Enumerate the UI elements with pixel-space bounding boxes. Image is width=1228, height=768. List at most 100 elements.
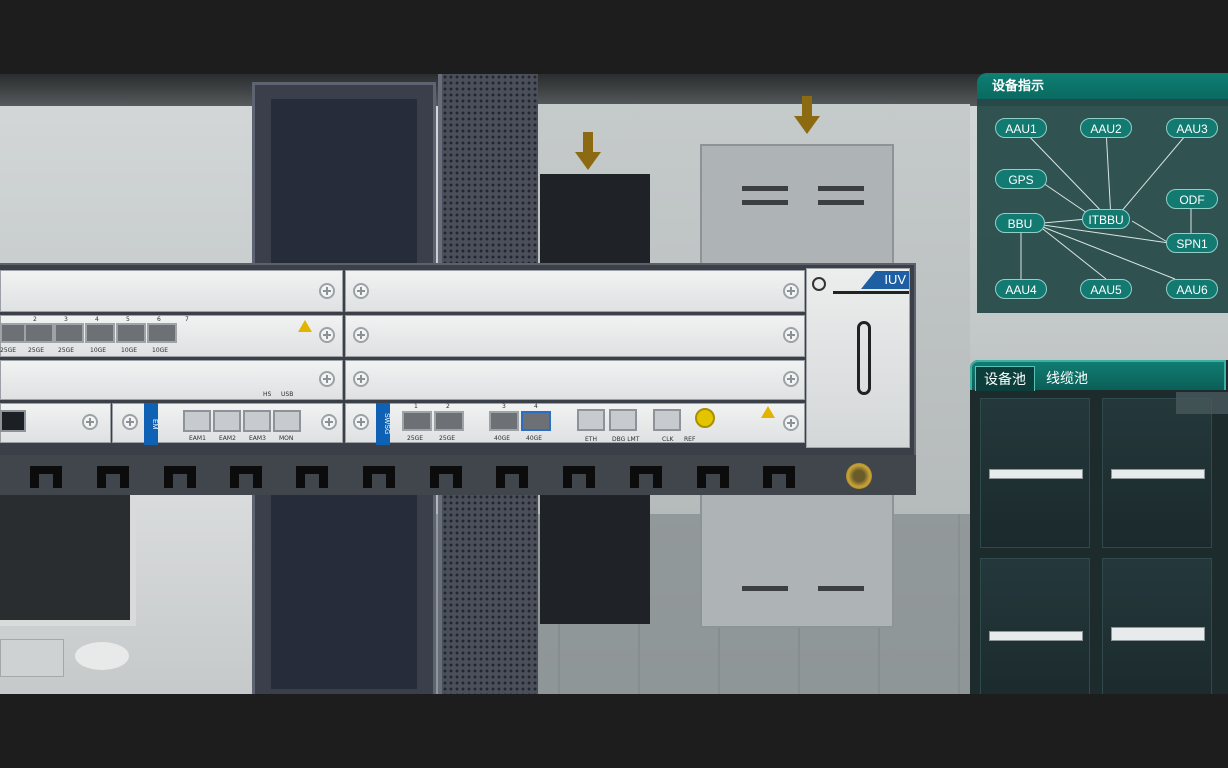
node-bbu[interactable]: BBU (995, 213, 1045, 233)
node-aau6[interactable]: AAU6 (1166, 279, 1218, 299)
screw-icon (783, 327, 799, 343)
fiber-port[interactable] (402, 411, 432, 431)
screw-icon (353, 371, 369, 387)
port-label: EAM2 (219, 435, 236, 442)
port-number: 1 (414, 403, 418, 410)
fiber-port[interactable] (116, 323, 146, 343)
slot-blank-5[interactable] (345, 360, 805, 400)
keyboard (0, 639, 64, 677)
fiber-port[interactable] (54, 323, 84, 343)
cable-hole (230, 466, 262, 488)
pool-device-card[interactable] (1102, 398, 1212, 548)
screw-icon (122, 414, 138, 430)
fan-panel[interactable]: IUV (806, 268, 910, 448)
port-label: EAM1 (189, 435, 206, 442)
node-aau4[interactable]: AAU4 (995, 279, 1047, 299)
fiber-port[interactable] (85, 323, 115, 343)
port-label: 25GE (0, 347, 17, 354)
cable-hole (97, 466, 129, 488)
node-gps[interactable]: GPS (995, 169, 1047, 189)
pool-scroll-handle[interactable] (1176, 392, 1228, 414)
eam-port[interactable] (183, 410, 211, 432)
mon-port[interactable] (273, 410, 301, 432)
logo-underline (833, 291, 909, 294)
cable-hole (630, 466, 662, 488)
fiber-port[interactable] (489, 411, 519, 431)
screw-icon (783, 415, 799, 431)
screw-icon (353, 283, 369, 299)
pool-device-card[interactable] (980, 558, 1090, 708)
cable-hole (296, 466, 328, 488)
cable-hole (164, 466, 196, 488)
port-number: 6 (157, 316, 161, 323)
port-label: 40GE (526, 435, 543, 442)
fan-handle[interactable] (857, 321, 871, 395)
node-odf[interactable]: ODF (1166, 189, 1218, 209)
screw-icon (353, 327, 369, 343)
letterbox-bottom (0, 694, 1228, 768)
indicator-arrow-stem (583, 132, 593, 154)
pool-tabs: 设备池 线缆池 (970, 360, 1226, 391)
monitor (0, 484, 136, 626)
clk-port[interactable] (653, 409, 681, 431)
eth-port[interactable] (577, 409, 605, 431)
pool-device-card[interactable] (980, 398, 1090, 548)
ethernet-port[interactable] (0, 410, 26, 432)
port-label: 25GE (58, 347, 75, 354)
node-aau5[interactable]: AAU5 (1080, 279, 1132, 299)
tab-device-pool[interactable]: 设备池 (975, 366, 1035, 391)
slot-blank-1[interactable] (0, 270, 343, 312)
port-label: 10GE (90, 347, 107, 354)
indicator-arrow-icon (794, 116, 820, 134)
dbg-lmt-port[interactable] (609, 409, 637, 431)
tab-cable-pool[interactable]: 线缆池 (1038, 366, 1096, 390)
port-number: 2 (446, 403, 450, 410)
device-thumbnail (1111, 627, 1205, 641)
swsg-tag: SWSG (376, 403, 390, 445)
cable-hole (563, 466, 595, 488)
warning-icon (761, 406, 775, 418)
node-aau2[interactable]: AAU2 (1080, 118, 1132, 138)
screw-icon (82, 414, 98, 430)
letterbox-top (0, 0, 1228, 74)
port-label: 40GE (494, 435, 511, 442)
eam-port[interactable] (213, 410, 241, 432)
brand-logo-text: IUV (884, 272, 906, 287)
node-aau1[interactable]: AAU1 (995, 118, 1047, 138)
port-label: 10GE (121, 347, 138, 354)
fiber-port[interactable] (147, 323, 177, 343)
port-label: REF (684, 436, 696, 443)
port-label: 10GE (152, 347, 169, 354)
device-thumbnail (989, 631, 1083, 641)
port-label: ETH (585, 436, 597, 443)
em-tag: EM (144, 403, 158, 445)
cable-hole (697, 466, 729, 488)
fiber-port[interactable] (434, 411, 464, 431)
cable-hole (363, 466, 395, 488)
ref-port[interactable] (695, 408, 715, 428)
cable-hole (430, 466, 462, 488)
port-number: 4 (95, 316, 99, 323)
node-aau3[interactable]: AAU3 (1166, 118, 1218, 138)
port-label: MON (279, 435, 294, 442)
eam-port[interactable] (243, 410, 271, 432)
slot-blank-4[interactable] (345, 315, 805, 357)
slot-blank-3[interactable] (345, 270, 805, 312)
port-label: 25GE (407, 435, 424, 442)
fan-icon (812, 277, 826, 291)
node-spn1[interactable]: SPN1 (1166, 233, 1218, 253)
pool-device-card[interactable] (1102, 558, 1212, 708)
screw-icon (353, 414, 369, 430)
node-itbbu[interactable]: ITBBU (1082, 209, 1130, 229)
port-label: 25GE (439, 435, 456, 442)
cable-hole (496, 466, 528, 488)
indicator-arrow-icon (575, 152, 601, 170)
fiber-port[interactable] (24, 323, 54, 343)
port-number: 4 (534, 403, 538, 410)
port-label: DBG LMT (612, 436, 640, 443)
port-number: 2 (33, 316, 37, 323)
port-label: CLK (662, 436, 674, 443)
fiber-port[interactable] (521, 411, 551, 431)
screw-icon (319, 371, 335, 387)
ground-terminal-icon[interactable] (846, 463, 872, 489)
